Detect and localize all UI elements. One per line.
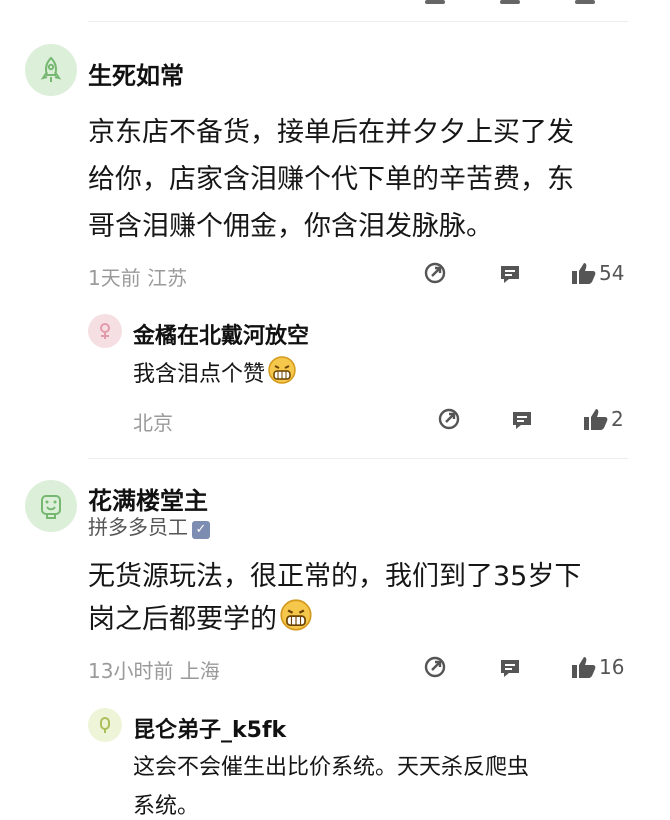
comment-icon — [513, 412, 531, 429]
comment-1-author[interactable]: 生死如常 — [88, 56, 184, 91]
like-count: 16 — [599, 655, 625, 679]
grin-emoji-icon — [279, 598, 313, 639]
comment-icon — [501, 266, 519, 283]
avatar-reply-2[interactable] — [88, 708, 122, 742]
like-button[interactable]: 16 — [571, 655, 624, 679]
reply-1-author[interactable]: 金橘在北戴河放空 — [133, 318, 309, 350]
comment-2-time-location: 13小时前 上海 — [88, 659, 220, 683]
avatar-comment-1[interactable] — [25, 44, 77, 96]
reply-1-text-row: 我含泪点个赞 — [133, 355, 297, 391]
reply-1-like-button[interactable]: 2 — [583, 407, 624, 431]
author-tag-row: 拼多多员工 ✓ — [88, 511, 210, 540]
like-count: 2 — [611, 407, 624, 431]
share-icon — [424, 262, 446, 284]
share-icon — [438, 408, 460, 430]
thumb-up-icon — [572, 657, 596, 678]
comment-divider — [88, 458, 628, 459]
reply-1-share-button[interactable] — [437, 407, 461, 431]
reply-2-line-2: 系统。 — [133, 794, 200, 819]
reply-1-text: 我含泪点个赞 — [133, 362, 266, 387]
avatar-icon — [100, 323, 110, 339]
thumb-up-icon — [572, 263, 596, 284]
comment-button[interactable] — [498, 262, 522, 286]
verified-badge-icon: ✓ — [192, 521, 210, 539]
comment-1-line-2: 给你，店家含泪赚个代下单的辛苦费，东 — [88, 164, 574, 195]
thumb-up-icon — [584, 409, 608, 430]
grin-emoji-icon — [267, 355, 297, 391]
avatar-comment-2[interactable] — [25, 480, 77, 532]
share-button[interactable] — [423, 655, 447, 679]
like-button[interactable]: 54 — [571, 261, 624, 285]
comment-1-line-1: 京东店不备货，接单后在并夕夕上买了发 — [88, 117, 574, 148]
reply-1-location: 北京 — [133, 411, 173, 435]
avatar-reply-1[interactable] — [88, 314, 122, 348]
comment-button[interactable] — [498, 656, 522, 680]
share-button[interactable] — [423, 261, 447, 285]
avatar-icon — [100, 717, 110, 733]
face-avatar-icon — [41, 495, 61, 519]
comment-2-line-2: 岗之后都要学的 — [88, 604, 277, 635]
reply-1-comment-button[interactable] — [510, 408, 534, 432]
comment-2-line-2-row: 岗之后都要学的 — [88, 597, 313, 639]
comment-2-line-1: 无货源玩法，很正常的，我们到了35岁下 — [88, 561, 582, 592]
reply-2-author[interactable]: 昆仑弟子_k5fk — [133, 712, 286, 744]
comment-icon — [501, 660, 519, 677]
comment-1-line-3: 哥含泪赚个佣金，你含泪发脉脉。 — [88, 211, 493, 242]
reply-2-line-1: 这会不会催生出比价系统。天天杀反爬虫 — [133, 755, 530, 780]
rocket-avatar-icon — [40, 56, 62, 82]
top-divider — [88, 21, 628, 22]
top-action-icons — [425, 0, 595, 4]
like-count: 54 — [599, 261, 625, 285]
comment-1-time-location: 1天前 江苏 — [88, 266, 188, 290]
author-tag: 拼多多员工 — [88, 515, 188, 539]
share-icon — [424, 656, 446, 678]
